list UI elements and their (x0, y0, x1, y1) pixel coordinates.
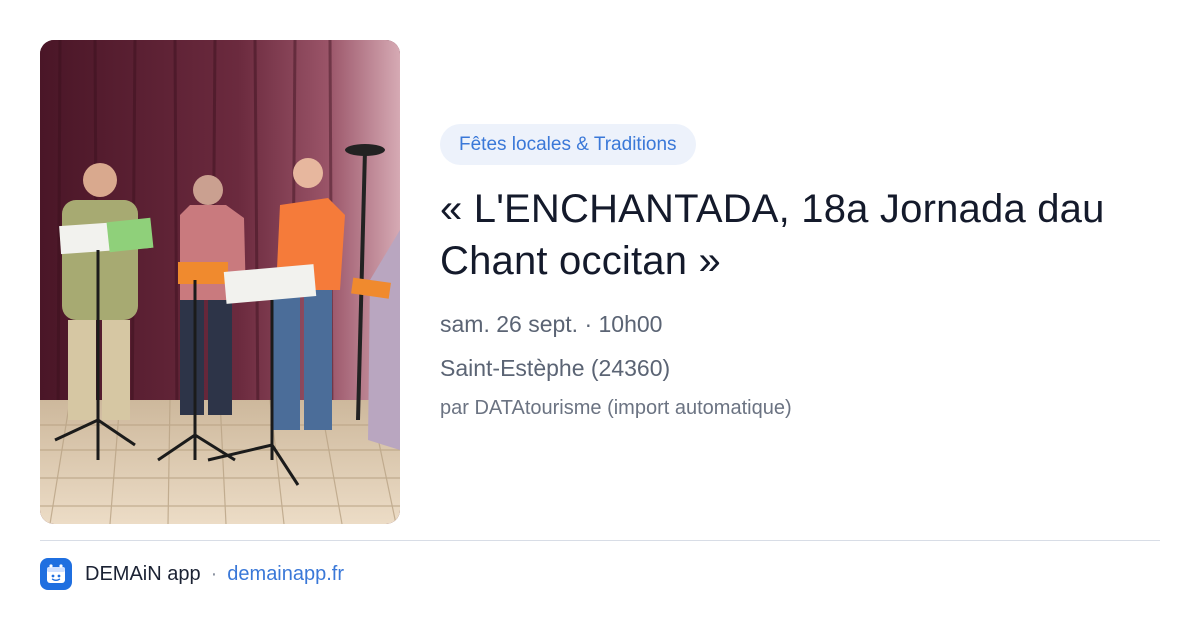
category-tag[interactable]: Fêtes locales & Traditions (440, 124, 696, 165)
footer-separator: · (210, 562, 218, 585)
event-source: par DATAtourisme (import automatique) (440, 397, 792, 419)
app-name: DEMAiN app (85, 562, 201, 585)
demain-app-logo-icon (40, 558, 72, 590)
event-photo (40, 40, 400, 524)
event-location: Saint-Estèphe (24360) (440, 355, 671, 381)
footer-divider (40, 540, 1160, 541)
app-url-link[interactable]: demainapp.fr (227, 563, 344, 586)
footer: DEMAiN app · demainapp.fr (40, 557, 344, 591)
event-title[interactable]: « L'ENCHANTADA, 18a Jornada dau Chant oc… (440, 183, 1160, 287)
event-date-time: sam. 26 sept. · 10h00 (440, 311, 663, 337)
event-details: Fêtes locales & Traditions « L'ENCHANTAD… (440, 124, 1160, 421)
